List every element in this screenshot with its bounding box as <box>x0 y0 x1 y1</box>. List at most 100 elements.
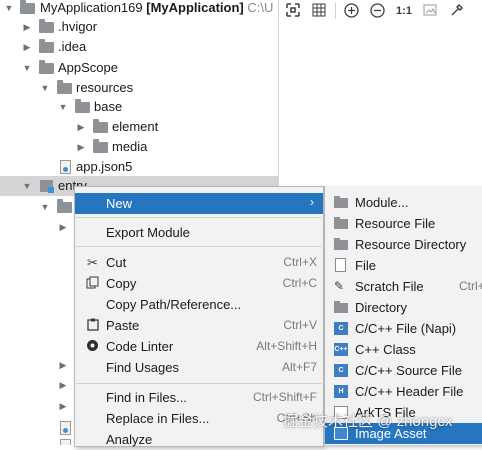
tree-item-label: app.json5 <box>76 159 133 174</box>
background-toggle-icon[interactable] <box>422 3 438 19</box>
tree-item-base[interactable]: ▼ base <box>0 97 278 117</box>
menu-item-shortcut: Ctrl+V <box>283 318 317 332</box>
cpp-header-icon: H <box>334 385 348 398</box>
chevron-down-icon[interactable]: ▼ <box>22 179 32 193</box>
menu-item-code-linter[interactable]: Code Linter Alt+Shift+H <box>75 336 323 357</box>
menu-separator <box>76 383 322 384</box>
chevron-right-icon[interactable]: ▶ <box>58 220 68 234</box>
submenu-item-label: Resource Directory <box>355 237 467 252</box>
submenu-item-label: File <box>355 258 376 273</box>
chevron-down-icon[interactable]: ▼ <box>40 81 50 95</box>
submenu-item-napi-file[interactable]: C C/C++ File (Napi) <box>325 318 482 339</box>
submenu-item-module[interactable]: Module... <box>325 192 482 213</box>
json-file-icon <box>60 160 71 174</box>
menu-separator <box>76 246 322 247</box>
menu-item-find-usages[interactable]: Find Usages Alt+F7 <box>75 357 323 378</box>
tree-item-label: resources <box>76 80 134 95</box>
chevron-down-icon[interactable]: ▼ <box>4 1 14 15</box>
submenu-item-label: C++ Class <box>355 342 416 357</box>
menu-item-analyze[interactable]: Analyze <box>75 429 323 450</box>
tree-item-label: MyApplication169 [MyApplication] C:\U <box>40 0 274 15</box>
chevron-right-icon[interactable]: ▶ <box>58 378 68 392</box>
menu-item-copy-path[interactable]: Copy Path/Reference... <box>75 294 323 315</box>
menu-item-label: Copy Path/Reference... <box>106 297 242 312</box>
folder-icon <box>93 139 108 153</box>
cpp-class-icon: C++ <box>334 343 348 356</box>
tree-item-resources[interactable]: ▼ resources <box>0 78 278 98</box>
chevron-right-icon[interactable]: ▶ <box>22 20 32 34</box>
submenu-item-label: Image Asset <box>355 426 427 441</box>
clipboard-icon <box>85 318 100 333</box>
menu-item-replace-in-files[interactable]: Replace in Files... Ctrl+Sh <box>75 408 323 429</box>
module-icon <box>40 180 54 193</box>
tree-item-media[interactable]: ▶ media <box>0 137 278 157</box>
tree-item-root[interactable]: ▼ MyApplication169 [MyApplication] C:\U <box>0 0 278 18</box>
menu-item-shortcut: Ctrl+C <box>282 276 317 290</box>
menu-item-label: New <box>106 196 133 211</box>
submenu-item-cpp-class[interactable]: C++ C++ Class <box>325 339 482 360</box>
chevron-down-icon[interactable]: ▼ <box>58 100 68 114</box>
submenu-item-label: C/C++ Source File <box>355 363 462 378</box>
file-icon <box>60 421 71 435</box>
submenu-item-file[interactable]: File <box>325 255 482 276</box>
tree-item-app-json5[interactable]: app.json5 <box>0 157 278 177</box>
menu-separator <box>76 217 322 218</box>
tree-item-label: base <box>94 99 123 114</box>
submenu-item-cpp-source[interactable]: C C/C++ Source File <box>325 360 482 381</box>
tree-item-idea[interactable]: ▶ .idea <box>0 37 278 57</box>
cpp-source-icon: C <box>334 364 348 377</box>
chevron-down-icon[interactable]: ▼ <box>22 61 32 75</box>
chevron-right-icon[interactable]: ▶ <box>76 120 86 134</box>
submenu-item-label: Directory <box>355 300 408 315</box>
tree-item-label: AppScope <box>58 60 118 75</box>
menu-item-paste[interactable]: Paste Ctrl+V <box>75 315 323 336</box>
menu-item-shortcut: Alt+F7 <box>281 360 317 374</box>
submenu-arrow-icon: › <box>310 195 314 209</box>
grid-icon[interactable] <box>311 3 327 19</box>
tree-item-element[interactable]: ▶ element <box>0 117 278 137</box>
menu-item-copy[interactable]: Copy Ctrl+C <box>75 273 323 294</box>
menu-item-find-in-files[interactable]: Find in Files... Ctrl+Shift+F <box>75 387 323 408</box>
tree-item-label: .idea <box>58 39 87 54</box>
menu-item-label: Copy <box>106 276 137 291</box>
context-menu: New › Export Module ✂ Cut Ctrl+X Copy Ct… <box>74 186 324 447</box>
tree-item-appscope[interactable]: ▼ AppScope <box>0 58 278 78</box>
submenu-item-resource-file[interactable]: Resource File <box>325 213 482 234</box>
menu-item-label: Export Module <box>106 225 190 240</box>
menu-item-cut[interactable]: ✂ Cut Ctrl+X <box>75 252 323 273</box>
submenu-item-directory[interactable]: Directory <box>325 297 482 318</box>
actual-size-button[interactable]: 1:1 <box>394 3 414 19</box>
color-picker-icon[interactable] <box>449 3 465 19</box>
tree-item-hvigor[interactable]: ▶ .hvigor <box>0 17 278 37</box>
menu-item-export-module[interactable]: Export Module <box>75 222 323 243</box>
fit-screen-icon[interactable] <box>285 3 301 19</box>
menu-item-label: Replace in Files... <box>106 411 210 426</box>
submenu-item-scratch-file[interactable]: ✎ Scratch File Ctrl+ <box>325 276 482 297</box>
chevron-right-icon[interactable]: ▶ <box>58 399 68 413</box>
submenu-item-resource-directory[interactable]: Resource Directory <box>325 234 482 255</box>
tree-item-label: .hvigor <box>58 19 98 34</box>
zoom-in-icon[interactable] <box>343 3 359 19</box>
folder-icon <box>334 238 348 250</box>
cpp-file-icon: C <box>334 322 348 335</box>
submenu-item-arkts-file[interactable]: ArkTS File <box>325 402 482 423</box>
chevron-right-icon[interactable]: ▶ <box>58 358 68 372</box>
submenu-item-cpp-header[interactable]: H C/C++ Header File <box>325 381 482 402</box>
chevron-right-icon[interactable]: ▶ <box>76 140 86 154</box>
zoom-out-icon[interactable] <box>369 3 385 19</box>
arkts-file-icon <box>334 406 348 419</box>
menu-item-shortcut: Alt+Shift+H <box>256 339 317 353</box>
chevron-right-icon[interactable]: ▶ <box>22 40 32 54</box>
menu-item-label: Find in Files... <box>106 390 187 405</box>
folder-icon <box>93 119 108 133</box>
new-submenu: Module... Resource File Resource Directo… <box>324 186 482 445</box>
submenu-item-label: C/C++ File (Napi) <box>355 321 457 336</box>
chevron-down-icon[interactable]: ▼ <box>40 200 50 214</box>
folder-icon <box>39 60 54 74</box>
submenu-item-image-asset[interactable]: Image Asset <box>325 423 482 444</box>
file-icon <box>60 439 71 445</box>
copy-icon <box>85 276 100 291</box>
tree-item-label: element <box>112 119 159 134</box>
menu-item-new[interactable]: New › <box>75 193 323 214</box>
code-linter-icon <box>85 339 100 354</box>
